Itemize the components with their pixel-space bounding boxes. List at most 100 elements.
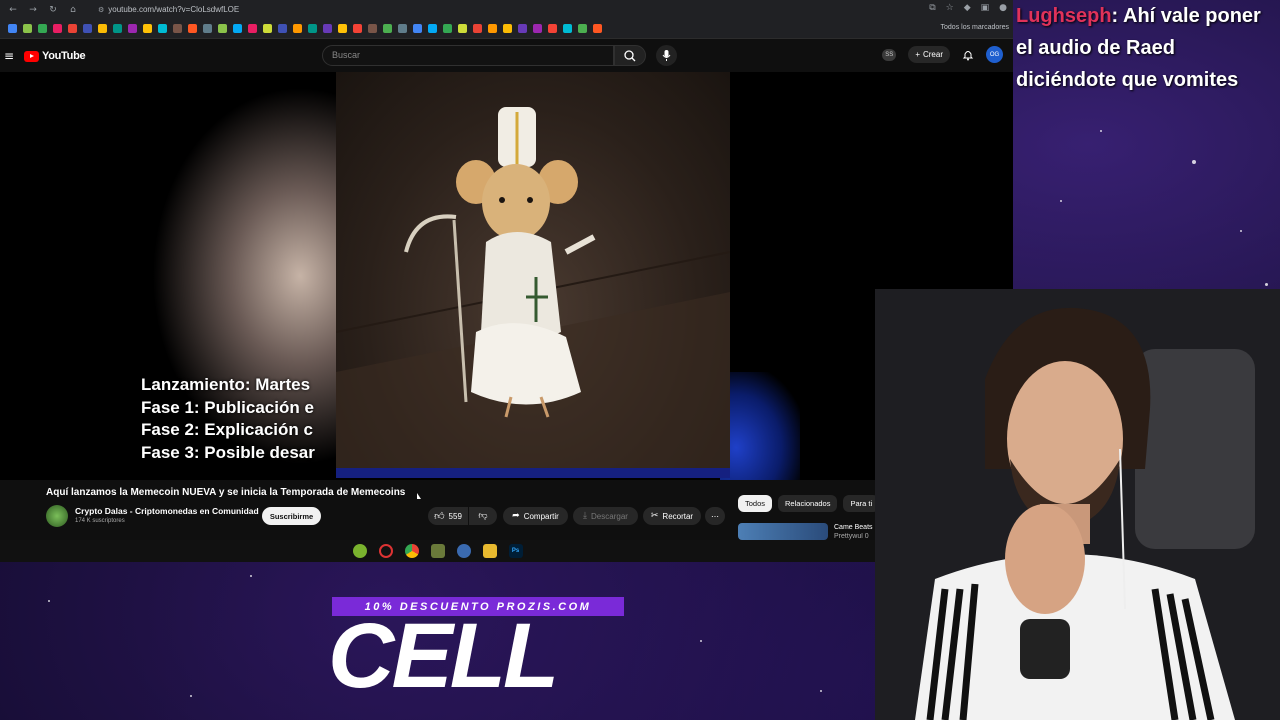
channel-name[interactable]: Crypto Dalas - Criptomonedas en Comunida… <box>75 506 259 516</box>
chat-username: Lughseph <box>1016 5 1112 27</box>
bookmark-icon[interactable] <box>323 24 332 33</box>
bookmark-icon[interactable] <box>338 24 347 33</box>
folder-icon[interactable] <box>482 544 497 558</box>
chip-para-ti[interactable]: Para ti <box>843 495 880 512</box>
create-button[interactable]: + Crear <box>908 46 950 63</box>
star <box>1240 230 1242 232</box>
search-button[interactable] <box>614 45 646 66</box>
channel-avatar[interactable] <box>46 505 68 527</box>
bookmark-icon[interactable] <box>488 24 497 33</box>
bookmark-icon[interactable] <box>458 24 467 33</box>
hamburger-menu-icon[interactable]: ≡ <box>4 49 14 63</box>
browser-toolbar: ← → ↻ ⌂ ⚙ youtube.com/watch?v=CloLsdwfLO… <box>0 0 1013 19</box>
bookmark-icon[interactable] <box>578 24 587 33</box>
subscribe-button[interactable]: Suscribirme <box>262 507 321 525</box>
bookmark-icon[interactable] <box>203 24 212 33</box>
stream-layout: ← → ↻ ⌂ ⚙ youtube.com/watch?v=CloLsdwfLO… <box>0 0 1280 720</box>
clip-button[interactable]: ✂ Recortar <box>643 507 701 525</box>
bookmark-icon[interactable] <box>398 24 407 33</box>
streamer-webcam-illustration <box>875 289 1280 720</box>
spotify-icon[interactable] <box>352 544 367 558</box>
back-icon[interactable]: ← <box>8 5 18 15</box>
app-icon[interactable] <box>430 544 445 558</box>
bookmark-icon[interactable] <box>53 24 62 33</box>
bookmark-icon[interactable] <box>353 24 362 33</box>
video-player[interactable]: Lanzamiento: Martes Fase 1: Publicación … <box>0 72 1013 480</box>
all-bookmarks-folder[interactable]: Todos los marcadores <box>941 24 1009 31</box>
bookmark-icon[interactable] <box>158 24 167 33</box>
mouse-pope-clip <box>336 72 730 468</box>
dislike-button[interactable]: 👎︎ <box>469 507 497 525</box>
extensions-puzzle-icon[interactable]: ▣ <box>981 3 990 13</box>
chat-line-3: diciéndote que vomites <box>1016 69 1239 91</box>
star-bookmark-icon[interactable]: ☆ <box>946 3 954 13</box>
recommended-video-title[interactable]: Came Beats <box>834 524 876 531</box>
recommended-video-thumbnail[interactable] <box>738 523 828 540</box>
home-icon[interactable]: ⌂ <box>68 5 78 15</box>
bookmark-icon[interactable] <box>563 24 572 33</box>
bookmark-icon[interactable] <box>98 24 107 33</box>
bookmark-icon[interactable] <box>503 24 512 33</box>
bookmark-icon[interactable] <box>593 24 602 33</box>
site-info-icon[interactable]: ⚙ <box>98 6 104 14</box>
bookmark-icon[interactable] <box>83 24 92 33</box>
extension-icon[interactable]: ◆ <box>964 3 971 13</box>
more-actions-button[interactable]: ⋯ <box>705 507 725 525</box>
bookmark-icon[interactable] <box>533 24 542 33</box>
star <box>700 640 702 642</box>
chrome-icon[interactable] <box>404 544 419 558</box>
bookmark-icon[interactable] <box>308 24 317 33</box>
url-text: youtube.com/watch?v=CloLsdwfLOE <box>108 5 240 14</box>
overlay-line-4: Fase 3: Posible desar <box>141 442 315 462</box>
youtube-logo-text: YouTube <box>42 50 86 62</box>
photoshop-icon[interactable]: Ps <box>508 544 523 558</box>
share-button[interactable]: ➦ Compartir <box>503 507 568 525</box>
bookmark-icon[interactable] <box>8 24 17 33</box>
forward-icon[interactable]: → <box>28 5 38 15</box>
bookmark-icon[interactable] <box>443 24 452 33</box>
bookmark-icon[interactable] <box>143 24 152 33</box>
bookmark-icon[interactable] <box>23 24 32 33</box>
bookmark-icon[interactable] <box>548 24 557 33</box>
webcam-feed <box>875 289 1280 720</box>
bookmark-icon[interactable] <box>293 24 302 33</box>
bookmark-icon[interactable] <box>218 24 227 33</box>
account-avatar[interactable]: OG <box>986 46 1003 63</box>
chip-todos[interactable]: Todos <box>738 495 773 512</box>
like-button[interactable]: 👍︎ 559 <box>428 507 468 525</box>
notifications-bell-icon[interactable] <box>962 49 974 61</box>
clip-label: Recortar <box>662 511 694 521</box>
bookmark-icon[interactable] <box>263 24 272 33</box>
chip-relacionados[interactable]: Relacionados <box>778 495 838 512</box>
bookmark-icon[interactable] <box>428 24 437 33</box>
discord-icon[interactable] <box>456 544 471 558</box>
bookmark-icon[interactable] <box>173 24 182 33</box>
star <box>1192 160 1196 164</box>
bookmark-icon[interactable] <box>383 24 392 33</box>
bookmark-icon[interactable] <box>368 24 377 33</box>
chat-line-2: el audio de Raed <box>1016 37 1175 59</box>
overlay-line-3: Fase 2: Explicación c <box>141 420 313 439</box>
bookmark-icon[interactable] <box>113 24 122 33</box>
bookmark-icon[interactable] <box>38 24 47 33</box>
address-bar[interactable]: ⚙ youtube.com/watch?v=CloLsdwfLOE <box>98 5 239 14</box>
bookmark-icon[interactable] <box>188 24 197 33</box>
reload-icon[interactable]: ↻ <box>48 5 58 15</box>
obs-icon[interactable] <box>378 544 393 558</box>
bookmark-icon[interactable] <box>248 24 257 33</box>
bookmark-icon[interactable] <box>128 24 137 33</box>
install-icon[interactable]: ⧉ <box>929 3 935 13</box>
promo-big-text: CELL <box>328 605 559 707</box>
voice-search-button[interactable] <box>656 45 677 66</box>
bookmark-icon[interactable] <box>473 24 482 33</box>
youtube-logo[interactable]: YouTube <box>24 50 86 62</box>
bookmark-icon[interactable] <box>518 24 527 33</box>
bookmark-icon[interactable] <box>68 24 77 33</box>
bookmark-icon[interactable] <box>413 24 422 33</box>
search-input[interactable]: Buscar <box>322 45 614 66</box>
bookmark-icon[interactable] <box>233 24 242 33</box>
bookmark-icon[interactable] <box>278 24 287 33</box>
video-bottom-strip <box>336 468 730 478</box>
profile-icon[interactable]: ● <box>999 3 1007 13</box>
download-button[interactable]: ⤓ Descargar <box>573 507 638 525</box>
